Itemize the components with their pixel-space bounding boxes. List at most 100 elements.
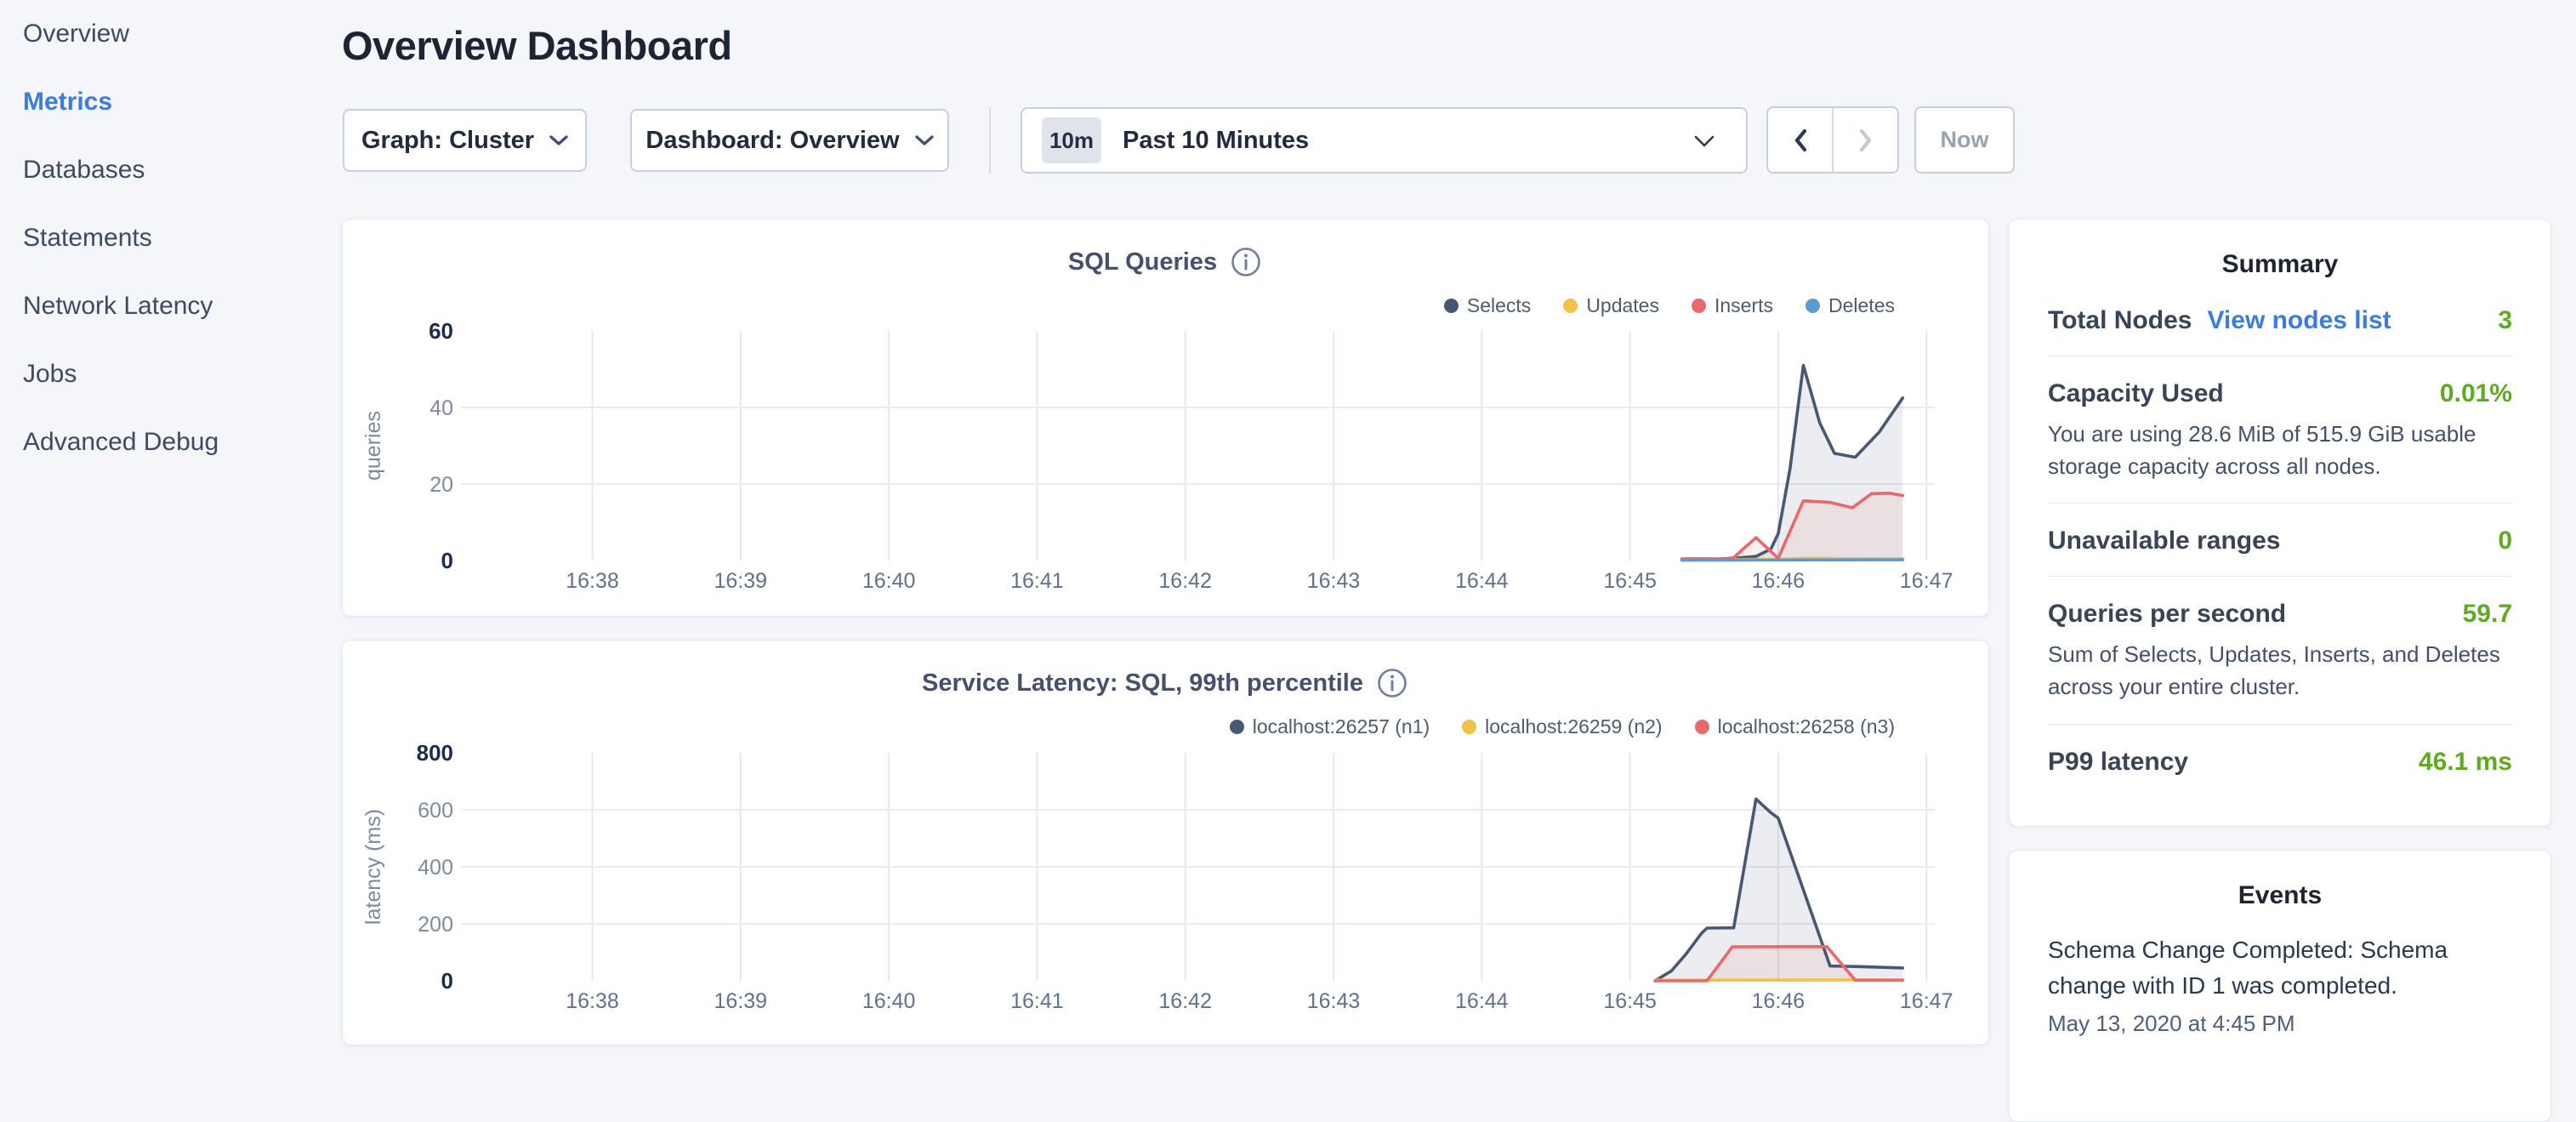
legend-label: localhost:26259 (n2): [1485, 715, 1662, 738]
x-tick-label: 16:43: [1307, 989, 1361, 1013]
y-tick-label: 800: [417, 740, 453, 766]
legend-dot-icon: [1805, 299, 1820, 313]
summary-section: Total Nodes View nodes list 3: [2048, 279, 2512, 356]
view-nodes-list-link[interactable]: View nodes list: [2207, 306, 2391, 335]
legend-label: Updates: [1586, 294, 1659, 317]
time-window-picker[interactable]: 10m Past 10 Minutes: [1021, 107, 1748, 174]
legend-label: Deletes: [1828, 294, 1895, 317]
x-tick-label: 16:46: [1752, 989, 1805, 1013]
dashboard-dropdown-label: Dashboard: Overview: [645, 127, 899, 155]
summary-label: Total Nodes: [2048, 306, 2192, 335]
summary-label: P99 latency: [2048, 748, 2188, 777]
x-tick-label: 16:39: [714, 989, 768, 1013]
service-latency-chart-card: Service Latency: SQL, 99th percentile lo…: [342, 640, 1989, 1045]
events-heading: Events: [2048, 881, 2512, 910]
time-forward-button[interactable]: [1834, 108, 1897, 172]
y-tick-label: 0: [441, 548, 453, 573]
summary-section: Queries per second59.7Sum of Selects, Up…: [2048, 576, 2512, 723]
y-tick-label: 40: [429, 396, 453, 420]
sidebar-item-statements[interactable]: Statements: [0, 204, 340, 272]
chart-title: SQL Queries: [1068, 248, 1217, 276]
chart-legend: localhost:26257 (n1)localhost:26259 (n2)…: [1197, 715, 1895, 738]
summary-section: Capacity Used 0.01% You are using 28.6 MiB…: [2048, 356, 2512, 503]
summary-value: 3: [2498, 306, 2512, 335]
chart-title: Service Latency: SQL, 99th percentile: [922, 669, 1363, 698]
sidebar-item-metrics[interactable]: Metrics: [0, 68, 340, 136]
x-tick-label: 16:44: [1455, 569, 1509, 593]
sql-queries-chart-card: SQL Queries Selects Updates Inserts Deletes…: [342, 219, 1989, 617]
legend-dot-icon: [1230, 720, 1244, 734]
event-message: Schema Change Completed: Schema change w…: [2048, 932, 2512, 1004]
summary-value: 59.7: [2463, 600, 2512, 629]
summary-section: P99 latency 46.1 ms: [2048, 724, 2512, 797]
y-axis-unit-label: queries: [361, 411, 385, 481]
y-tick-label: 0: [441, 968, 453, 994]
sidebar-nav: OverviewMetricsDatabasesStatementsNetwor…: [0, 0, 340, 1051]
summary-description: You are using 28.6 MiB of 515.9 GiB usab…: [2048, 419, 2512, 482]
x-tick-label: 16:43: [1307, 569, 1361, 593]
y-tick-label: 400: [418, 856, 453, 880]
summary-value: 0: [2498, 527, 2512, 555]
legend-item: Updates: [1563, 294, 1659, 317]
summary-value: 0.01%: [2440, 379, 2512, 408]
dashboard-dropdown[interactable]: Dashboard: Overview: [630, 109, 949, 172]
event-timestamp: May 13, 2020 at 4:45 PM: [2048, 1011, 2512, 1037]
y-tick-label: 200: [418, 913, 453, 937]
x-tick-label: 16:40: [862, 569, 916, 593]
summary-section: Unavailable ranges 0: [2048, 503, 2512, 576]
summary-value: 46.1 ms: [2419, 748, 2512, 777]
x-tick-label: 16:42: [1158, 989, 1212, 1013]
time-window-badge: 10m: [1042, 117, 1101, 163]
sidebar-item-network-latency[interactable]: Network Latency: [0, 272, 340, 340]
toolbar-divider: [989, 107, 991, 174]
graph-scope-dropdown[interactable]: Graph: Cluster: [343, 109, 587, 172]
x-tick-label: 16:46: [1752, 569, 1805, 593]
legend-item: localhost:26258 (n3): [1695, 715, 1895, 738]
chevron-down-icon: [1693, 134, 1715, 148]
legend-item: Inserts: [1692, 294, 1773, 317]
legend-dot-icon: [1692, 299, 1706, 313]
x-tick-label: 16:47: [1900, 569, 1953, 593]
chart-legend: Selects Updates Inserts Deletes: [1412, 294, 1895, 317]
summary-label: Queries per second: [2048, 600, 2286, 629]
legend-item: Deletes: [1805, 294, 1895, 317]
y-tick-label: 20: [429, 473, 453, 497]
x-tick-label: 16:42: [1158, 569, 1212, 593]
legend-dot-icon: [1462, 720, 1476, 734]
legend-item: localhost:26259 (n2): [1462, 715, 1662, 738]
page-title: Overview Dashboard: [342, 22, 732, 69]
events-panel: Events Schema Change Completed: Schema c…: [2009, 850, 2551, 1122]
time-back-button[interactable]: [1768, 108, 1834, 172]
x-tick-label: 16:38: [566, 569, 619, 593]
chevron-right-icon: [1858, 128, 1874, 153]
legend-dot-icon: [1444, 299, 1459, 313]
sidebar-item-overview[interactable]: Overview: [0, 0, 340, 68]
x-tick-label: 16:39: [714, 569, 768, 593]
time-step-buttons: [1766, 106, 1899, 174]
graph-scope-dropdown-label: Graph: Cluster: [361, 127, 534, 155]
summary-panel: Summary Total NodesView nodes list3Capac…: [2009, 219, 2551, 827]
x-tick-label: 16:41: [1010, 989, 1064, 1013]
now-button[interactable]: Now: [1914, 106, 2015, 174]
legend-dot-icon: [1563, 299, 1578, 313]
legend-label: localhost:26258 (n3): [1718, 715, 1895, 738]
x-tick-label: 16:44: [1455, 989, 1509, 1013]
chevron-left-icon: [1793, 128, 1808, 153]
sidebar-item-databases[interactable]: Databases: [0, 136, 340, 204]
y-tick-label: 60: [429, 318, 453, 344]
summary-label: Unavailable ranges: [2048, 527, 2280, 555]
sidebar-item-jobs[interactable]: Jobs: [0, 340, 340, 408]
info-icon[interactable]: [1375, 666, 1409, 700]
x-tick-label: 16:41: [1010, 569, 1064, 593]
summary-label: Capacity Used: [2048, 379, 2224, 408]
x-tick-label: 16:38: [566, 989, 619, 1013]
legend-label: Selects: [1467, 294, 1531, 317]
sidebar-item-advanced-debug[interactable]: Advanced Debug: [0, 408, 340, 476]
x-tick-label: 16:45: [1603, 989, 1657, 1013]
legend-label: Inserts: [1714, 294, 1773, 317]
x-tick-label: 16:40: [862, 989, 916, 1013]
legend-item: Selects: [1444, 294, 1531, 317]
y-axis-unit-label: latency (ms): [361, 809, 385, 925]
x-tick-label: 16:47: [1900, 989, 1953, 1013]
info-icon[interactable]: [1229, 245, 1263, 279]
